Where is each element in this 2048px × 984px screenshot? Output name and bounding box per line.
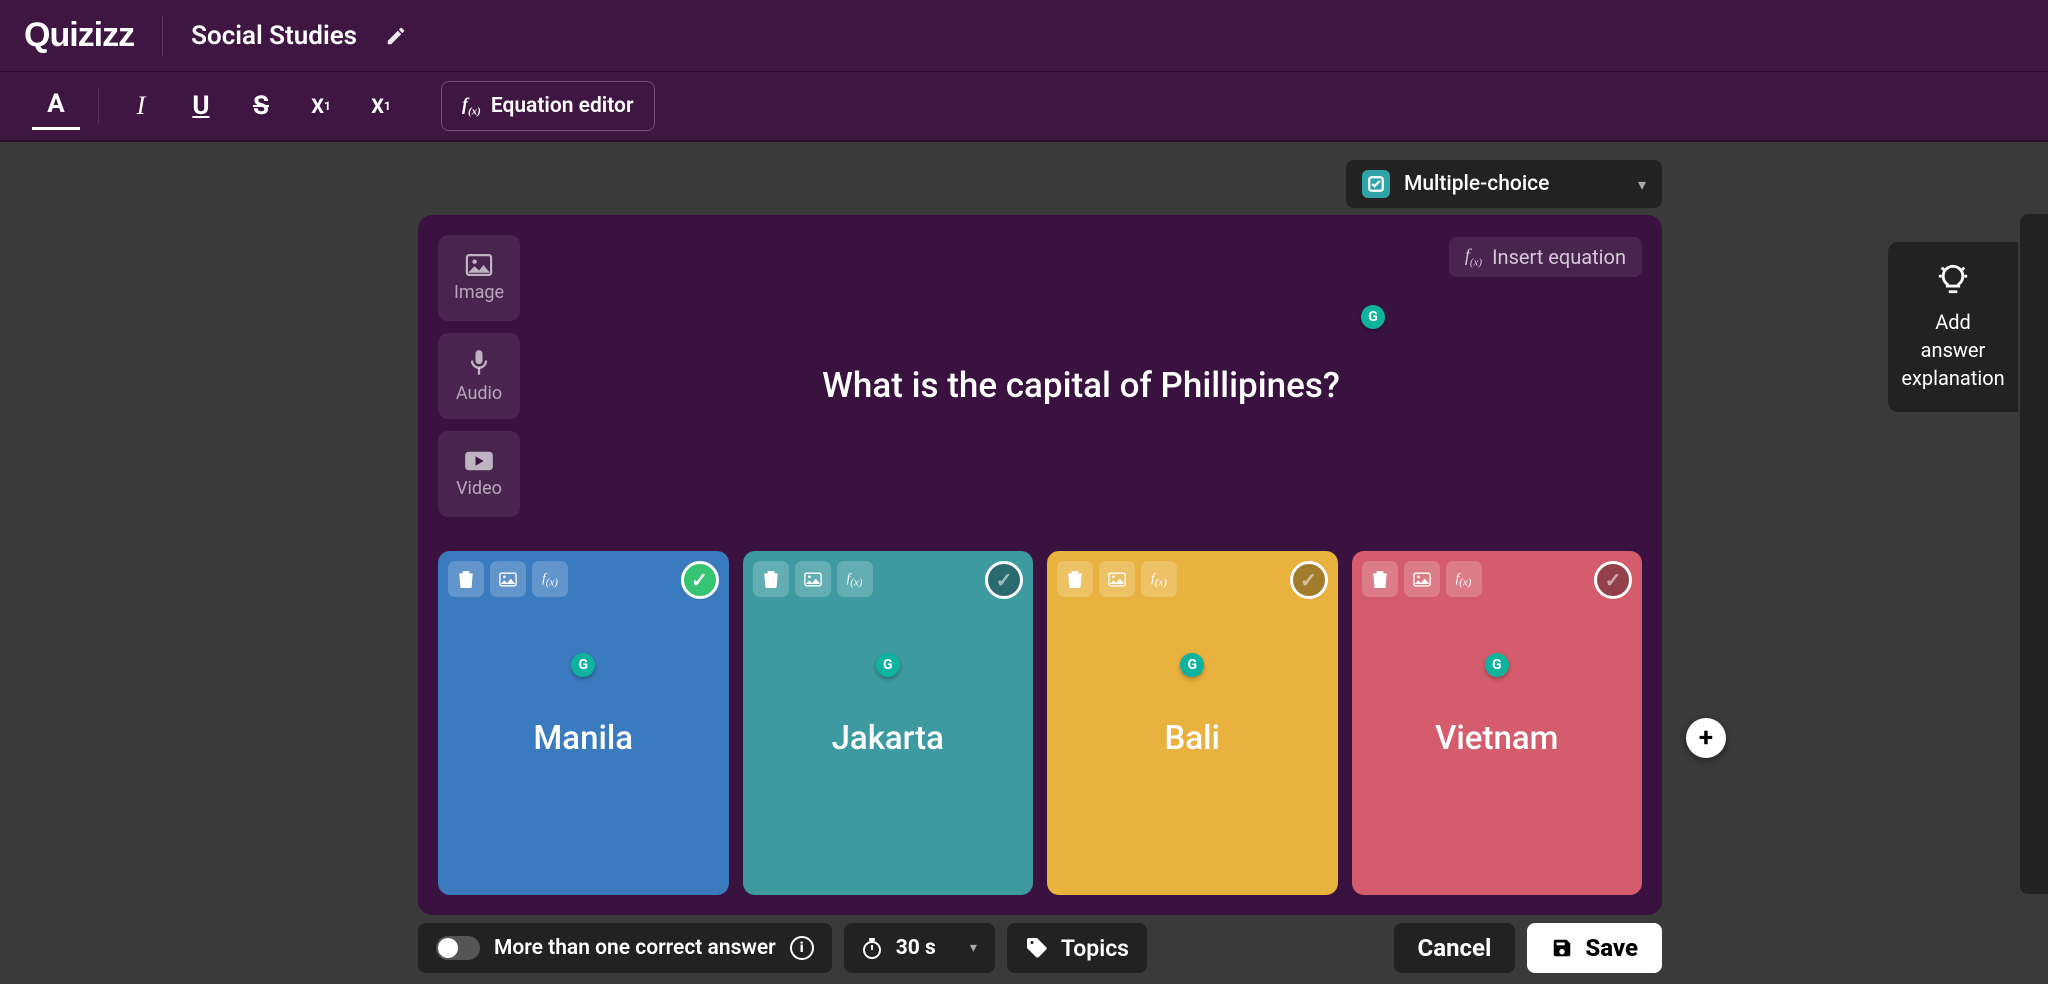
video-label: Video	[456, 478, 502, 499]
time-select[interactable]: 30 s ▾	[844, 923, 995, 973]
chevron-down-icon: ▾	[970, 940, 977, 956]
answer-tools: f(x)	[1057, 561, 1177, 597]
format-toolbar: A I U S X1 X1 f(x) Equation editor	[0, 72, 2048, 142]
save-icon	[1551, 937, 1573, 959]
grammarly-icon[interactable]: G	[1485, 653, 1509, 677]
tag-icon	[1025, 936, 1049, 960]
answer-equation-icon[interactable]: f(x)	[1446, 561, 1482, 597]
underline-button[interactable]: U	[177, 82, 225, 130]
grammarly-icon[interactable]: G	[571, 653, 595, 677]
mark-correct-toggle[interactable]: ✓	[681, 561, 719, 599]
superscript-button[interactable]: X1	[297, 82, 345, 130]
delete-answer-icon[interactable]	[1057, 561, 1093, 597]
checkbox-icon	[1362, 170, 1390, 198]
save-button[interactable]: Save	[1527, 923, 1662, 973]
multi-correct-pill: More than one correct answer i	[418, 923, 832, 973]
add-audio-button[interactable]: Audio	[438, 333, 520, 419]
stopwatch-icon	[862, 937, 882, 959]
answers-row: f(x) ✓ G Manila f(x) ✓ G Jakarta	[438, 551, 1642, 895]
mark-correct-toggle[interactable]: ✓	[1594, 561, 1632, 599]
grammarly-icon[interactable]: G	[1180, 653, 1204, 677]
multi-correct-label: More than one correct answer	[494, 936, 776, 960]
fx-icon: f(x)	[462, 94, 481, 118]
media-column: Image Audio Video	[438, 235, 520, 535]
side-drawer-handle[interactable]	[2020, 214, 2048, 894]
add-explanation-label: Add answerexplanation	[1901, 308, 2004, 392]
equation-editor-button[interactable]: f(x) Equation editor	[441, 81, 655, 131]
answer-tools: f(x)	[753, 561, 873, 597]
grammarly-icon[interactable]: G	[876, 653, 900, 677]
grammarly-icon[interactable]: G	[1361, 305, 1385, 329]
answer-tools: f(x)	[448, 561, 568, 597]
answer-text[interactable]: Bali	[1047, 719, 1338, 758]
subscript-button[interactable]: X1	[357, 82, 405, 130]
answer-equation-icon[interactable]: f(x)	[1141, 561, 1177, 597]
answer-equation-icon[interactable]: f(x)	[532, 561, 568, 597]
lightbulb-icon	[1936, 262, 1970, 296]
delete-answer-icon[interactable]	[1362, 561, 1398, 597]
answer-tools: f(x)	[1362, 561, 1482, 597]
answer-text[interactable]: Vietnam	[1352, 719, 1643, 758]
answer-image-icon[interactable]	[1099, 561, 1135, 597]
answer-card-4[interactable]: f(x) ✓ G Vietnam	[1352, 551, 1643, 895]
time-value: 30 s	[896, 936, 936, 960]
save-label: Save	[1585, 934, 1638, 962]
strikethrough-button[interactable]: S	[237, 82, 285, 130]
italic-button[interactable]: I	[117, 82, 165, 130]
image-label: Image	[454, 282, 504, 303]
answer-image-icon[interactable]	[1404, 561, 1440, 597]
mark-correct-toggle[interactable]: ✓	[985, 561, 1023, 599]
add-image-button[interactable]: Image	[438, 235, 520, 321]
topics-button[interactable]: Topics	[1007, 923, 1147, 973]
add-video-button[interactable]: Video	[438, 431, 520, 517]
add-explanation-panel[interactable]: Add answerexplanation	[1888, 242, 2018, 412]
quizizz-logo: Quizizz	[24, 16, 134, 55]
answer-card-2[interactable]: f(x) ✓ G Jakarta	[743, 551, 1034, 895]
answer-card-3[interactable]: f(x) ✓ G Bali	[1047, 551, 1338, 895]
question-area: Image Audio Video	[438, 235, 1642, 535]
answer-text[interactable]: Jakarta	[743, 719, 1034, 758]
divider	[98, 88, 99, 124]
image-icon	[465, 254, 493, 276]
answer-equation-icon[interactable]: f(x)	[837, 561, 873, 597]
edit-title-icon[interactable]	[385, 25, 407, 47]
add-answer-button[interactable]: +	[1686, 718, 1726, 758]
question-text[interactable]: What is the capital of Phillipines?	[822, 365, 1340, 406]
equation-editor-label: Equation editor	[491, 94, 634, 118]
text-color-button[interactable]: A	[32, 82, 80, 130]
workspace: Multiple-choice ▾ Image Aud	[0, 142, 2048, 984]
question-text-area[interactable]: f(x) Insert equation What is the capital…	[520, 235, 1642, 535]
mic-icon	[469, 349, 489, 377]
quiz-title[interactable]: Social Studies	[191, 21, 357, 51]
answer-image-icon[interactable]	[490, 561, 526, 597]
divider	[162, 16, 163, 56]
bottom-bar: More than one correct answer i 30 s ▾ To…	[418, 922, 1662, 974]
delete-answer-icon[interactable]	[753, 561, 789, 597]
topics-label: Topics	[1061, 935, 1129, 962]
audio-label: Audio	[456, 383, 502, 404]
answer-image-icon[interactable]	[795, 561, 831, 597]
multi-correct-toggle[interactable]	[436, 936, 480, 960]
insert-equation-label: Insert equation	[1492, 245, 1626, 269]
question-type-label: Multiple-choice	[1404, 172, 1624, 196]
app-header: Quizizz Social Studies	[0, 0, 2048, 72]
question-type-select[interactable]: Multiple-choice ▾	[1346, 160, 1662, 208]
answer-text[interactable]: Manila	[438, 719, 729, 758]
fx-icon: f(x)	[1465, 245, 1482, 269]
chevron-down-icon: ▾	[1638, 175, 1646, 194]
delete-answer-icon[interactable]	[448, 561, 484, 597]
insert-equation-button[interactable]: f(x) Insert equation	[1449, 237, 1642, 277]
info-icon[interactable]: i	[790, 936, 814, 960]
video-icon	[464, 450, 494, 472]
question-editor-card: Image Audio Video	[418, 215, 1662, 915]
mark-correct-toggle[interactable]: ✓	[1290, 561, 1328, 599]
answer-card-1[interactable]: f(x) ✓ G Manila	[438, 551, 729, 895]
cancel-button[interactable]: Cancel	[1394, 923, 1516, 973]
